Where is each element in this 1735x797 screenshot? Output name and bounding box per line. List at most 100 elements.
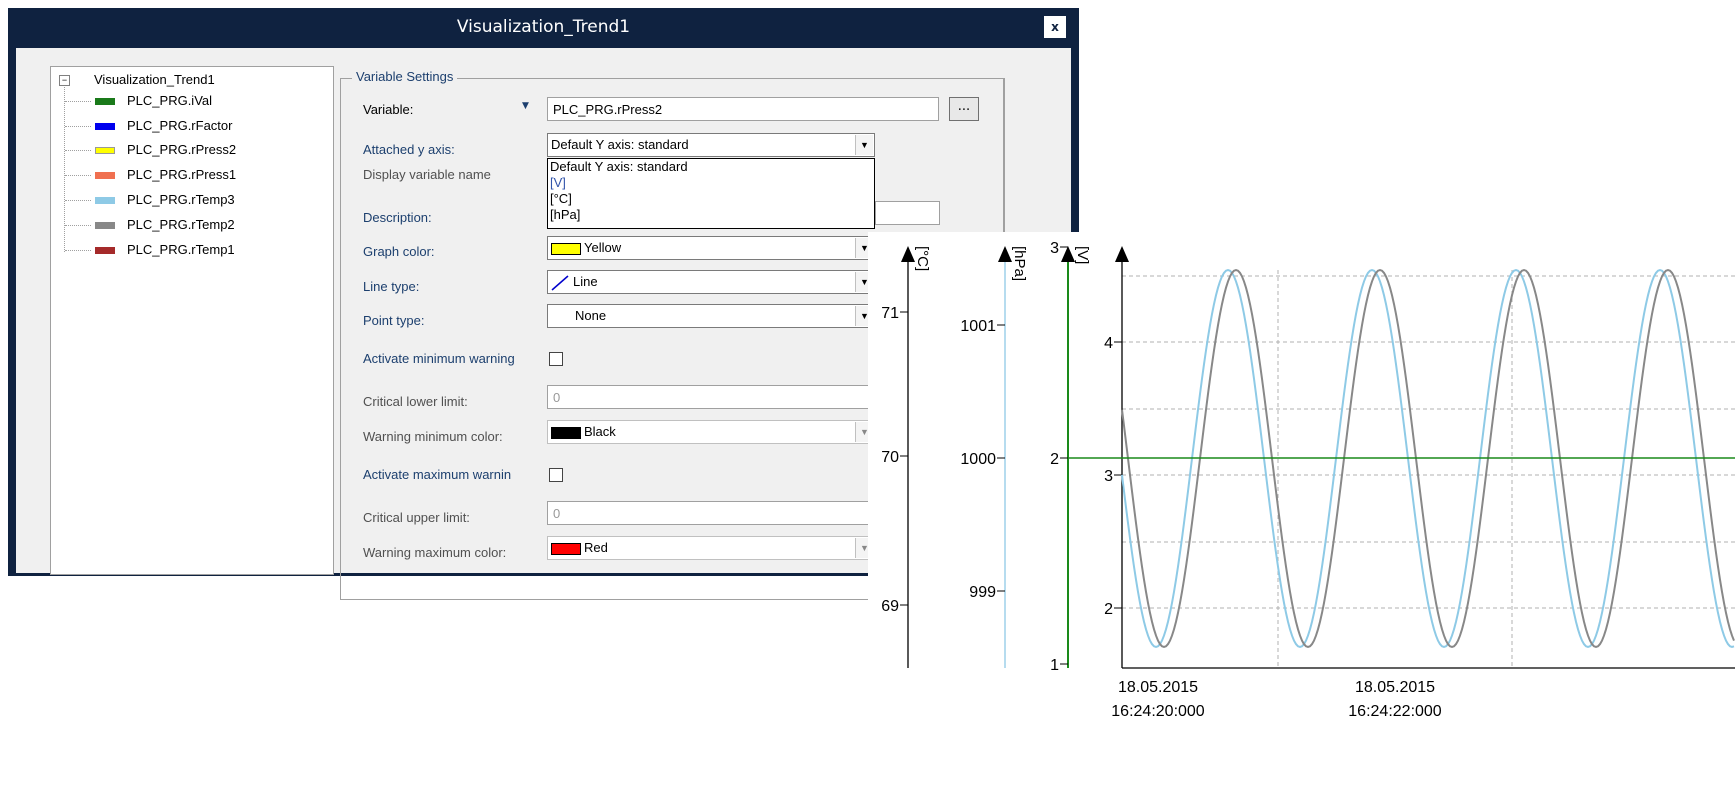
- description-input-tail[interactable]: [875, 201, 940, 225]
- tree-branch: [65, 101, 91, 102]
- trend-chart-svg: 71 70 69 [°C] 1001 1000 999 [hPa] 3 2 1 [V] 4 3 2 18.05…: [881, 240, 1735, 720]
- tree-root[interactable]: − Visualization_Trend1: [59, 72, 215, 87]
- chart-labels: 71 70 69 [°C] 1001 1000 999 [hPa] 3 2 1 [V] 4 3 2 18.05…: [881, 240, 1442, 720]
- y-tick-label: 1: [1050, 657, 1059, 674]
- tree-item-label: PLC_PRG.rPress1: [127, 167, 237, 182]
- graph-color-value: Yellow: [584, 240, 622, 255]
- tree-branch: [65, 250, 91, 251]
- tree-branch: [65, 225, 91, 226]
- group-title: Variable Settings: [352, 69, 458, 84]
- collapse-icon[interactable]: −: [59, 75, 70, 87]
- tree-item-rfactor[interactable]: PLC_PRG.rFactor: [65, 116, 232, 136]
- y-tick-label: 69: [881, 598, 899, 615]
- y-tick-label: 1001: [960, 318, 996, 335]
- y-axis-title: [V]: [1074, 246, 1091, 264]
- trend-chart: 71 70 69 [°C] 1001 1000 999 [hPa] 3 2 1 [V] 4 3 2 18.05…: [868, 232, 1735, 797]
- tree-item-ival[interactable]: PLC_PRG.iVal: [65, 91, 213, 111]
- color-swatch-icon: [95, 123, 115, 131]
- variable-tree: − Visualization_Trend1 PLC_PRG.iVal PLC_P…: [50, 66, 334, 575]
- max-warning-label: Activate maximum warnin: [363, 467, 512, 482]
- chart-series: [1068, 268, 1735, 649]
- variable-label: Variable:: [363, 102, 414, 117]
- tree-item-label: PLC_PRG.rPress2: [127, 142, 237, 157]
- title-bar[interactable]: Visualization_Trend1 x: [8, 8, 1079, 48]
- critical-lower-label: Critical lower limit:: [363, 394, 468, 409]
- tree-branch: [65, 126, 91, 127]
- warn-max-color-label: Warning maximum color:: [363, 545, 507, 560]
- y-axis-option-c[interactable]: [°C]: [550, 191, 874, 207]
- y-tick-label: 4: [1104, 335, 1113, 352]
- warn-max-color-select[interactable]: Red ▼: [547, 536, 875, 560]
- y-tick-label: 3: [1050, 240, 1059, 257]
- graph-color-label: Graph color:: [363, 244, 435, 259]
- color-swatch-icon: [95, 197, 115, 205]
- min-warning-checkbox[interactable]: [549, 352, 563, 366]
- tree-item-rpress2[interactable]: PLC_PRG.rPress2: [65, 140, 237, 160]
- max-warning-checkbox[interactable]: [549, 468, 563, 482]
- y-tick-label: 3: [1104, 468, 1113, 485]
- y-tick-label: 2: [1104, 601, 1113, 618]
- critical-upper-input[interactable]: 0: [547, 501, 875, 525]
- line-style-icon: [551, 274, 569, 291]
- graph-color-select[interactable]: Yellow ▼: [547, 236, 875, 260]
- line-type-label: Line type:: [363, 279, 420, 294]
- tree-item-rtemp2[interactable]: PLC_PRG.rTemp2: [65, 215, 235, 235]
- color-swatch-icon: [95, 222, 115, 230]
- y-tick-label: 2: [1050, 451, 1059, 468]
- x-tick-time: 16:24:20:000: [1111, 703, 1205, 720]
- line-type-value: Line: [573, 274, 598, 289]
- y-axis-title: [°C]: [914, 246, 931, 271]
- variable-input[interactable]: PLC_PRG.rPress2: [547, 97, 939, 121]
- tree-branch: [65, 150, 91, 151]
- min-warning-label: Activate minimum warning: [363, 351, 515, 366]
- variable-dropdown-icon[interactable]: ▼: [522, 101, 529, 111]
- line-type-select[interactable]: Line ▼: [547, 270, 875, 294]
- y-axis-option-hpa[interactable]: [hPa]: [550, 207, 874, 223]
- tree-root-label: Visualization_Trend1: [94, 72, 215, 87]
- y-axis-option-default[interactable]: Default Y axis: standard: [550, 159, 874, 175]
- color-swatch-icon: [95, 172, 115, 180]
- axis-arrow-icon: [1061, 246, 1075, 262]
- y-axis-select[interactable]: Default Y axis: standard ▼: [547, 133, 875, 157]
- x-tick-date: 18.05.2015: [1355, 679, 1435, 696]
- y-axis-option-v[interactable]: [V]: [550, 175, 874, 191]
- y-axis-title: [hPa]: [1011, 246, 1028, 281]
- black-swatch-icon: [551, 426, 581, 439]
- point-type-value: None: [575, 308, 607, 323]
- color-swatch-icon: [95, 98, 115, 106]
- warn-max-color-value: Red: [584, 540, 608, 555]
- tree-item-rtemp1[interactable]: PLC_PRG.rTemp1: [65, 240, 235, 260]
- tree-item-label: PLC_PRG.rTemp2: [127, 217, 235, 232]
- tree-item-label: PLC_PRG.iVal: [127, 93, 213, 108]
- warn-min-color-value: Black: [584, 424, 616, 439]
- yellow-swatch-icon: [551, 242, 581, 255]
- tree-item-rpress1[interactable]: PLC_PRG.rPress1: [65, 165, 237, 185]
- tree-branch: [65, 200, 91, 201]
- browse-button[interactable]: ...: [949, 97, 979, 121]
- description-label: Description:: [363, 210, 432, 225]
- y-tick-label: 1000: [960, 451, 996, 468]
- y-axis-label: Attached y axis:: [363, 142, 455, 157]
- tree-item-rtemp3[interactable]: PLC_PRG.rTemp3: [65, 190, 235, 210]
- dialog-title: Visualization_Trend1: [456, 17, 631, 37]
- color-swatch-icon: [95, 147, 115, 155]
- y-tick-label: 71: [881, 305, 899, 322]
- y-axis-value: Default Y axis: standard: [551, 137, 689, 152]
- y-tick-label: 70: [881, 449, 899, 466]
- point-type-select[interactable]: None ▼: [547, 304, 875, 328]
- critical-lower-input[interactable]: 0: [547, 385, 875, 409]
- tree-item-label: PLC_PRG.rTemp1: [127, 242, 235, 257]
- close-button[interactable]: x: [1044, 16, 1066, 38]
- y-axis-dropdown-list: Default Y axis: standard [V] [°C] [hPa]: [547, 158, 875, 229]
- chevron-down-icon[interactable]: ▼: [855, 135, 873, 155]
- tree-item-label: PLC_PRG.rTemp3: [127, 192, 235, 207]
- tree-connector: [64, 87, 65, 252]
- red-swatch-icon: [551, 542, 581, 555]
- y-tick-label: 999: [969, 584, 996, 601]
- x-tick-date: 18.05.2015: [1118, 679, 1198, 696]
- warn-min-color-select[interactable]: Black ▼: [547, 420, 875, 444]
- axis-arrow-icon: [1115, 246, 1129, 262]
- warn-min-color-label: Warning minimum color:: [363, 429, 503, 444]
- axis-arrow-icon: [901, 246, 915, 262]
- x-tick-time: 16:24:22:000: [1348, 703, 1442, 720]
